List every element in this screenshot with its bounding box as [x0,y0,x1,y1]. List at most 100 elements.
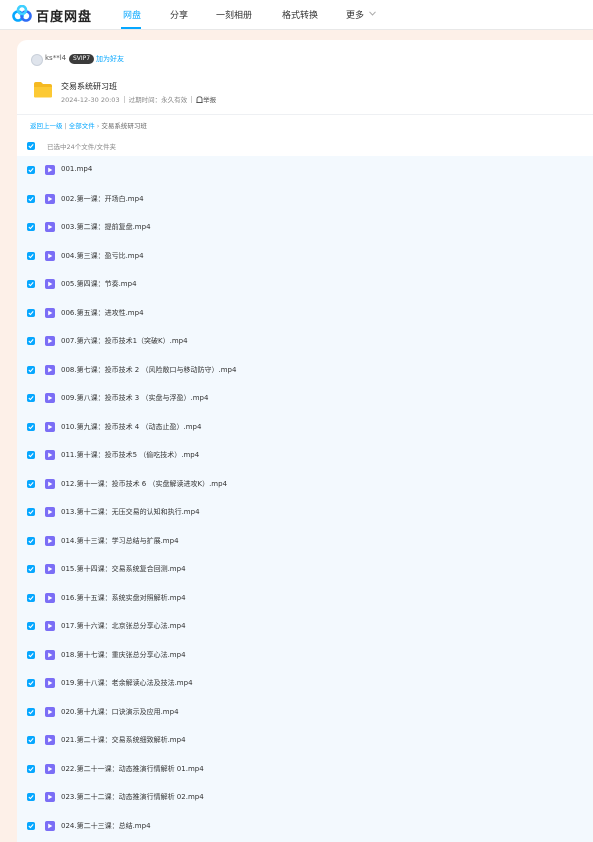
file-checkbox[interactable] [27,679,35,687]
file-checkbox[interactable] [27,536,35,545]
file-checkbox[interactable] [27,422,35,431]
file-name[interactable]: 009.第八课：投币技术 3 （实盘与浮盈）.mp4 [61,393,208,403]
file-checkbox[interactable] [27,793,35,801]
file-row[interactable]: 023.第二十二课：动态推演行情解析 02.mp4 [17,783,593,812]
file-checkbox[interactable] [27,308,35,317]
file-row[interactable]: 016.第十五课：系统实盘对照解析.mp4 [17,584,593,613]
nav-more[interactable]: 更多 [346,8,364,21]
check-icon [28,310,34,315]
file-checkbox[interactable] [27,565,35,573]
file-row[interactable]: 019.第十八课：老余解读心法及技法.mp4 [17,669,593,698]
file-name[interactable]: 022.第二十一课：动态推演行情解析 01.mp4 [61,764,204,774]
nav-share[interactable]: 分享 [170,8,188,21]
file-name[interactable]: 013.第十二课：无压交易的认知和执行.mp4 [61,507,200,517]
check-icon [28,624,34,629]
play-icon [48,766,53,771]
chevron-down-icon[interactable] [369,11,376,16]
file-checkbox[interactable] [27,337,35,345]
file-row[interactable]: 018.第十七课：重庆张总分享心法.mp4 [17,641,593,670]
file-row[interactable]: 013.第十二课：无压交易的认知和执行.mp4 [17,498,593,527]
file-row[interactable]: 009.第八课：投币技术 3 （实盘与浮盈）.mp4 [17,384,593,413]
file-name[interactable]: 019.第十八课：老余解读心法及技法.mp4 [61,678,193,688]
file-row[interactable]: 022.第二十一课：动态推演行情解析 01.mp4 [17,755,593,784]
file-name[interactable]: 007.第六课：投币技术1（突破K）.mp4 [61,336,188,346]
file-row[interactable]: 006.第五课：进攻性.mp4 [17,299,593,328]
file-checkbox[interactable] [27,508,35,516]
file-name[interactable]: 006.第五课：进攻性.mp4 [61,308,144,318]
file-checkbox[interactable] [27,707,35,716]
file-row[interactable]: 014.第十三课：学习总结与扩展.mp4 [17,527,593,556]
file-row[interactable]: 015.第十四课：交易系统复合回测.mp4 [17,555,593,584]
play-icon [48,281,53,287]
file-row[interactable]: 017.第十六课：北京张总分享心法.mp4 [17,612,593,641]
video-file-icon [45,820,55,831]
file-name[interactable]: 005.第四课：节奏.mp4 [61,279,137,289]
selection-count: 已选中24个文件/文件夹 [47,143,116,151]
file-checkbox[interactable] [27,764,35,773]
baidu-netdisk-logo[interactable] [12,5,32,23]
vip-badge: SVIP7 [69,54,95,64]
sharer-username[interactable]: ks**l4 [45,54,66,62]
file-name[interactable]: 003.第二课：提前复盘.mp4 [61,222,151,232]
file-row[interactable]: 001.mp4 [17,156,593,185]
file-row[interactable]: 020.第十九课：口诀演示及应用.mp4 [17,698,593,727]
current-folder: 交易系统研习班 [101,122,147,130]
check-icon [28,282,34,287]
brand-name[interactable]: 百度网盘 [36,6,92,25]
nav-netdisk[interactable]: 网盘 [123,8,141,21]
file-row[interactable]: 012.第十一课：投币技术 6 （实盘解读进攻K）.mp4 [17,470,593,499]
all-files-link[interactable]: 全部文件 [69,122,95,130]
file-row[interactable]: 002.第一课：开场白.mp4 [17,185,593,214]
file-checkbox[interactable] [27,280,35,288]
file-name[interactable]: 020.第十九课：口诀演示及应用.mp4 [61,707,179,717]
nav-format-convert[interactable]: 格式转换 [282,8,318,21]
file-name[interactable]: 011.第十课：投币技术5 （偷吃技术）.mp4 [61,450,199,460]
file-name[interactable]: 023.第二十二课：动态推演行情解析 02.mp4 [61,792,204,802]
file-checkbox[interactable] [27,479,35,488]
file-row[interactable]: 007.第六课：投币技术1（突破K）.mp4 [17,327,593,356]
file-checkbox[interactable] [27,251,35,260]
file-checkbox[interactable] [27,166,35,174]
file-row[interactable]: 011.第十课：投币技术5 （偷吃技术）.mp4 [17,441,593,470]
video-file-icon [45,649,55,660]
file-row[interactable]: 021.第二十课：交易系统细致解析.mp4 [17,726,593,755]
file-name[interactable]: 021.第二十课：交易系统细致解析.mp4 [61,735,186,745]
file-name[interactable]: 016.第十五课：系统实盘对照解析.mp4 [61,593,186,603]
add-friend-link[interactable]: 加为好友 [96,54,124,64]
file-checkbox[interactable] [27,394,35,402]
file-row[interactable]: 024.第二十三课：总结.mp4 [17,812,593,841]
file-name[interactable]: 008.第七课：投币技术 2 （风险敞口与移动防守）.mp4 [61,365,236,375]
file-row[interactable]: 010.第九课：投币技术 4 （动态止盈）.mp4 [17,413,593,442]
file-checkbox[interactable] [27,650,35,659]
file-name[interactable]: 004.第三课：盈亏比.mp4 [61,251,144,261]
file-name[interactable]: 018.第十七课：重庆张总分享心法.mp4 [61,650,186,660]
file-checkbox[interactable] [27,821,35,830]
file-name[interactable]: 015.第十四课：交易系统复合回测.mp4 [61,564,186,574]
file-name[interactable]: 014.第十三课：学习总结与扩展.mp4 [61,536,179,546]
file-checkbox[interactable] [27,451,35,459]
back-link[interactable]: 返回上一级 [30,122,63,130]
file-name[interactable]: 012.第十一课：投币技术 6 （实盘解读进攻K）.mp4 [61,479,227,489]
check-icon [28,453,34,458]
file-row[interactable]: 008.第七课：投币技术 2 （风险敞口与移动防守）.mp4 [17,356,593,385]
video-file-icon [45,336,55,346]
file-row[interactable]: 005.第四课：节奏.mp4 [17,270,593,299]
play-icon [48,424,53,429]
file-checkbox[interactable] [27,365,35,374]
file-checkbox[interactable] [27,736,35,744]
avatar[interactable] [31,54,43,66]
file-row[interactable]: 004.第三课：盈亏比.mp4 [17,242,593,271]
file-row[interactable]: 003.第二课：提前复盘.mp4 [17,213,593,242]
file-checkbox[interactable] [27,593,35,602]
file-name[interactable]: 024.第二十三课：总结.mp4 [61,821,151,831]
file-name[interactable]: 002.第一课：开场白.mp4 [61,194,144,204]
report-link[interactable]: 举报 [196,96,216,104]
nav-moment-album[interactable]: 一刻相册 [216,8,252,21]
file-name[interactable]: 017.第十六课：北京张总分享心法.mp4 [61,621,186,631]
file-name[interactable]: 010.第九课：投币技术 4 （动态止盈）.mp4 [61,422,201,432]
select-all-checkbox[interactable] [27,142,35,150]
file-checkbox[interactable] [27,194,35,203]
file-name[interactable]: 001.mp4 [61,165,92,173]
file-checkbox[interactable] [27,622,35,630]
file-checkbox[interactable] [27,223,35,231]
